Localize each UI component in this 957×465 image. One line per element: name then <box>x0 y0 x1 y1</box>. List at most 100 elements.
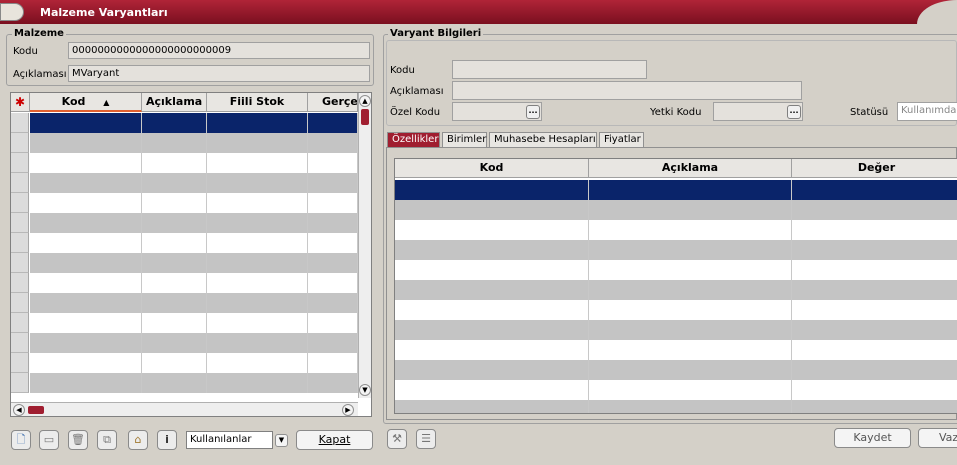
table-cell[interactable] <box>142 233 207 253</box>
chevron-down-icon[interactable]: ▼ <box>275 434 288 447</box>
tools-icon[interactable]: ⚒ <box>387 429 407 449</box>
table-cell[interactable] <box>30 113 142 133</box>
row-indicator[interactable] <box>11 193 29 213</box>
table-cell[interactable] <box>792 300 957 320</box>
column-header-deger[interactable]: Değer <box>792 159 957 178</box>
row-indicator[interactable] <box>11 153 29 173</box>
table-cell[interactable] <box>30 273 142 293</box>
table-cell[interactable] <box>207 213 308 233</box>
properties-grid[interactable]: Kod Açıklama Değer <box>394 158 957 414</box>
scroll-down-icon[interactable]: ▼ <box>359 384 371 396</box>
table-cell[interactable] <box>207 133 308 153</box>
kaydet-button[interactable]: Kaydet <box>834 428 911 448</box>
table-cell[interactable] <box>589 200 792 220</box>
open-folder-icon[interactable]: ▭ <box>39 430 59 450</box>
table-row[interactable] <box>395 180 957 200</box>
row-indicator[interactable] <box>11 113 29 133</box>
table-cell[interactable] <box>589 260 792 280</box>
table-cell[interactable] <box>30 173 142 193</box>
table-cell[interactable] <box>792 240 957 260</box>
table-cell[interactable] <box>589 280 792 300</box>
table-cell[interactable] <box>30 233 142 253</box>
ozel-kodu-lookup-icon[interactable]: ... <box>526 105 540 119</box>
table-cell[interactable] <box>207 233 308 253</box>
column-header-gercek[interactable]: Gerçe <box>308 93 358 112</box>
table-cell[interactable] <box>395 240 589 260</box>
table-cell[interactable] <box>395 300 589 320</box>
list-icon[interactable]: ☰ <box>416 429 436 449</box>
table-cell[interactable] <box>792 180 957 200</box>
table-cell[interactable] <box>792 380 957 400</box>
table-cell[interactable] <box>30 333 142 353</box>
copy-icon[interactable]: ⧉ <box>97 430 117 450</box>
filter-select[interactable]: Kullanılanlar <box>186 431 273 449</box>
row-indicator[interactable] <box>11 353 29 373</box>
statusu-select[interactable]: Kullanımda <box>897 102 957 121</box>
table-row[interactable] <box>11 193 358 213</box>
column-header-kod[interactable]: Kod <box>395 159 589 178</box>
table-row[interactable] <box>11 333 358 353</box>
table-cell[interactable] <box>308 213 358 233</box>
table-cell[interactable] <box>142 173 207 193</box>
table-cell[interactable] <box>308 133 358 153</box>
table-cell[interactable] <box>207 273 308 293</box>
table-row[interactable] <box>11 273 358 293</box>
table-cell[interactable] <box>792 400 957 413</box>
table-cell[interactable] <box>142 133 207 153</box>
row-indicator[interactable] <box>11 293 29 313</box>
column-header-aciklama[interactable]: Açıklama <box>589 159 792 178</box>
left-horizontal-scrollbar[interactable]: ◀ ▶ <box>11 402 358 416</box>
table-cell[interactable] <box>589 220 792 240</box>
table-cell[interactable] <box>142 333 207 353</box>
tab-muhasebe-hesaplari[interactable]: Muhasebe Hesapları <box>489 132 597 147</box>
table-cell[interactable] <box>792 260 957 280</box>
table-row[interactable] <box>11 133 358 153</box>
left-vertical-scrollbar[interactable]: ▲ ▼ <box>358 93 371 398</box>
table-cell[interactable] <box>589 360 792 380</box>
row-indicator[interactable] <box>11 233 29 253</box>
table-cell[interactable] <box>792 360 957 380</box>
table-row[interactable] <box>11 213 358 233</box>
tab-birimler[interactable]: Birimler <box>442 132 487 147</box>
table-cell[interactable] <box>142 153 207 173</box>
table-cell[interactable] <box>207 113 308 133</box>
table-cell[interactable] <box>589 300 792 320</box>
table-cell[interactable] <box>308 113 358 133</box>
yetki-kodu-lookup-icon[interactable]: ... <box>787 105 801 119</box>
table-row[interactable] <box>395 240 957 260</box>
table-cell[interactable] <box>30 153 142 173</box>
filter-icon[interactable]: ⌂ <box>128 430 148 450</box>
table-cell[interactable] <box>395 380 589 400</box>
table-cell[interactable] <box>142 253 207 273</box>
scroll-up-icon[interactable]: ▲ <box>359 95 371 107</box>
table-cell[interactable] <box>308 233 358 253</box>
table-cell[interactable] <box>142 373 207 393</box>
table-cell[interactable] <box>589 340 792 360</box>
table-cell[interactable] <box>589 380 792 400</box>
table-row[interactable] <box>11 353 358 373</box>
table-cell[interactable] <box>792 200 957 220</box>
table-cell[interactable] <box>142 213 207 233</box>
varyant-kodu-input[interactable] <box>452 60 647 79</box>
table-cell[interactable] <box>308 313 358 333</box>
table-cell[interactable] <box>395 320 589 340</box>
table-cell[interactable] <box>30 373 142 393</box>
tab-fiyatlar[interactable]: Fiyatlar <box>599 132 644 147</box>
new-document-icon[interactable]: 🗋 <box>11 430 31 450</box>
delete-icon[interactable]: 🗑 <box>68 430 88 450</box>
row-indicator[interactable] <box>11 333 29 353</box>
tab-ozellikler[interactable]: Özellikler <box>387 132 440 147</box>
table-cell[interactable] <box>589 400 792 413</box>
table-cell[interactable] <box>395 260 589 280</box>
table-cell[interactable] <box>207 373 308 393</box>
table-row[interactable] <box>11 233 358 253</box>
table-cell[interactable] <box>308 193 358 213</box>
table-cell[interactable] <box>792 320 957 340</box>
row-indicator[interactable] <box>11 173 29 193</box>
table-cell[interactable] <box>30 313 142 333</box>
table-cell[interactable] <box>308 373 358 393</box>
table-cell[interactable] <box>395 340 589 360</box>
table-cell[interactable] <box>589 320 792 340</box>
table-cell[interactable] <box>308 253 358 273</box>
column-header-aciklama[interactable]: Açıklama <box>142 93 207 112</box>
